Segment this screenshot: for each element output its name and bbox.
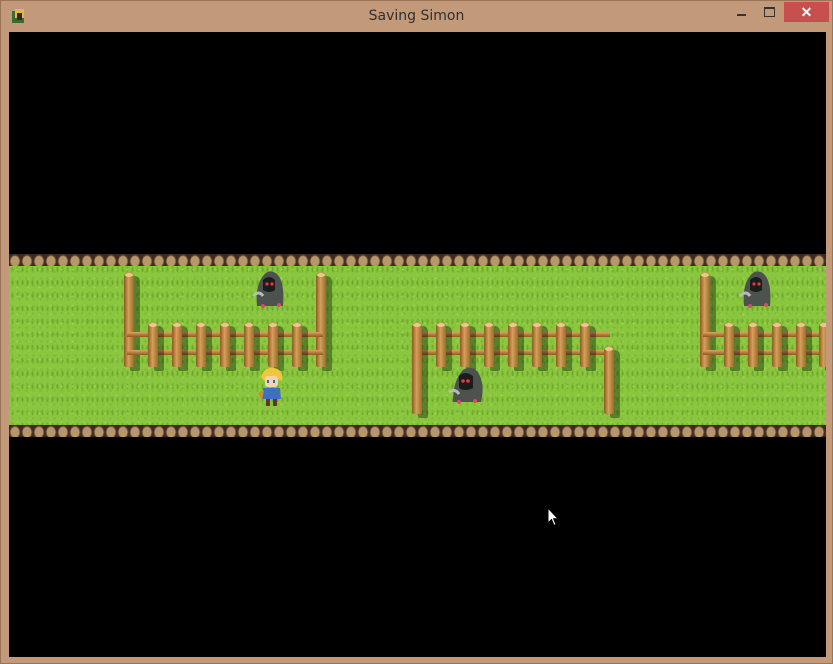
close-icon: ✕ — [800, 3, 813, 20]
fence-post — [556, 322, 566, 367]
fence-post — [748, 322, 758, 367]
fence-rail — [703, 332, 826, 337]
maximize-icon — [764, 7, 775, 17]
fence-post — [268, 322, 278, 367]
game-viewport[interactable] — [9, 32, 826, 657]
fence-post — [220, 322, 230, 367]
rock-edge-bottom — [9, 425, 826, 437]
fence-post — [460, 322, 470, 367]
fence-post — [604, 346, 614, 414]
fence-post — [148, 322, 158, 367]
fence-post — [819, 322, 826, 367]
maximize-button[interactable] — [756, 2, 783, 22]
fence-post — [244, 322, 254, 367]
fence-post — [412, 322, 422, 414]
close-button[interactable]: ✕ — [784, 2, 829, 22]
fence-post — [484, 322, 494, 367]
fence-post — [172, 322, 182, 367]
player-hero[interactable] — [254, 365, 288, 409]
hooded-ghost-3[interactable] — [736, 266, 776, 310]
fence-post — [580, 322, 590, 367]
title-bar[interactable]: Saving Simon ✕ — [1, 1, 832, 32]
fence-post — [196, 322, 206, 367]
hooded-ghost-2[interactable] — [447, 362, 487, 406]
fence-post — [508, 322, 518, 367]
minimize-button[interactable] — [728, 2, 755, 22]
fence-post — [532, 322, 542, 367]
fence-post — [436, 322, 446, 367]
fence-rail — [703, 350, 826, 355]
app-window: Saving Simon ✕ — [0, 0, 833, 664]
hooded-ghost-1[interactable] — [249, 266, 289, 310]
rock-edge-top — [9, 254, 826, 266]
fence-post — [292, 322, 302, 367]
fence-post — [772, 322, 782, 367]
window-title: Saving Simon — [368, 8, 465, 24]
fence-post — [724, 322, 734, 367]
mouse-pointer-icon — [547, 507, 559, 527]
minimize-icon — [737, 14, 746, 16]
fence-post — [796, 322, 806, 367]
